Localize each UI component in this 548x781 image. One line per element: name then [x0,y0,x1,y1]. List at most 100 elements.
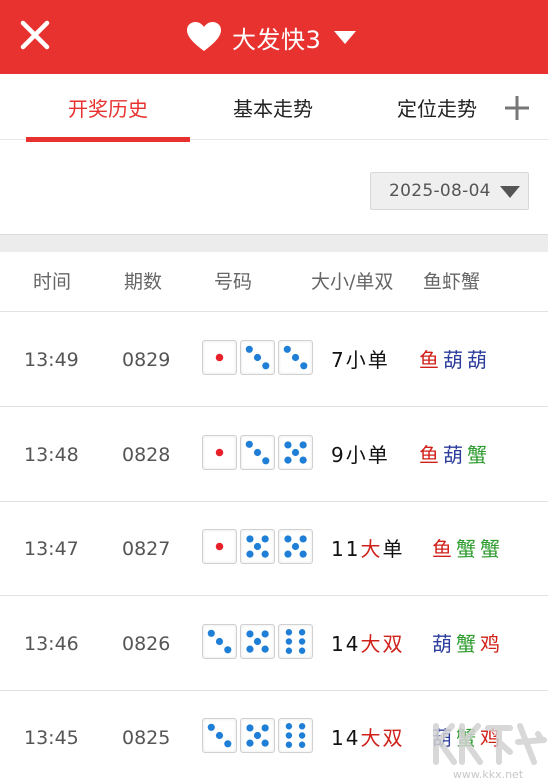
draw-time: 13:46 [24,632,79,655]
draw-period: 0829 [122,349,171,371]
heart-icon[interactable] [186,21,222,53]
dice-result [202,623,316,660]
die-face-icon [202,434,237,470]
plus-icon[interactable] [502,93,532,123]
die-pip [284,456,292,464]
die-pip [224,645,232,653]
column-header-time: 时间 [33,271,72,293]
die-pip [261,629,269,638]
die-pip [299,456,307,464]
dice-result [202,340,316,376]
fish-shrimp-crab-result: 鱼葫葫 [419,313,491,407]
table-row: 13:48 0828 9小单 鱼葫蟹 [0,407,548,502]
parity-label: 双 [382,631,405,656]
table-header: 时间 期数 号码 大小/单双 鱼虾蟹 [0,252,548,312]
die-pip [261,724,269,732]
draw-period: 0827 [122,538,171,560]
table-row: 13:47 0827 11大单 鱼蟹蟹 [0,502,548,596]
die-face-icon [240,434,275,470]
parity-label: 单 [382,537,405,561]
size-label: 小 [345,348,368,372]
parity-label: 单 [367,442,390,467]
caret-down-icon [500,186,520,198]
animal-symbol: 葫 [443,442,467,467]
die-pip [298,723,306,730]
die-pip [261,645,269,653]
table-row: 13:46 0826 14大双 葫蟹鸡 [0,596,548,691]
die-face-icon [202,623,237,659]
die-pip [215,353,224,362]
animal-symbol: 蟹 [480,537,504,561]
die-pip [285,732,293,739]
die-pip [285,741,293,748]
die-pip [291,448,300,456]
size-parity-result: 9小单 [331,408,390,502]
die-face-icon [278,340,313,375]
die-pip [298,628,306,635]
svg-text:www.kkx.net: www.kkx.net [453,768,524,781]
die-pip [285,647,293,654]
tab-position-trend[interactable]: 定位走势 [372,74,502,140]
column-header-fish-shrimp-crab: 鱼虾蟹 [423,271,481,293]
tab-draw-history[interactable]: 开奖历史 [26,74,190,140]
die-face-icon [202,529,237,564]
animal-symbol: 葫 [467,348,491,372]
die-pip [253,353,262,362]
close-icon[interactable] [14,14,56,56]
animal-symbol: 鱼 [432,537,456,561]
tab-basic-trend[interactable]: 基本走势 [208,74,338,140]
die-pip [298,637,306,645]
die-pip [245,440,253,448]
lottery-selector[interactable]: 大发快3 [186,17,357,57]
die-pip [246,739,254,747]
fish-shrimp-crab-result: 鱼葫蟹 [419,408,491,502]
die-pip [246,535,254,543]
die-pip [298,732,306,739]
die-pip [224,740,232,748]
die-pip [299,535,307,543]
die-pip [284,535,292,543]
size-label: 大 [360,631,383,656]
die-pip [285,628,293,635]
die-pip [253,448,262,456]
size-parity-result: 7小单 [331,313,390,407]
sum-value: 9 [331,442,346,467]
die-pip [215,731,224,740]
die-pip [299,440,307,449]
sum-value: 7 [331,348,346,372]
die-pip [262,362,270,370]
die-pip [285,637,293,645]
date-select[interactable]: 2025-08-04 [370,172,529,210]
die-pip [253,637,262,645]
parity-label: 单 [367,348,390,372]
size-parity-result: 11大单 [331,502,404,596]
draw-time: 13:49 [24,349,79,371]
animal-symbol: 鸡 [480,631,504,656]
die-pip [246,629,254,638]
die-pip [299,550,307,558]
sum-value: 14 [331,631,361,656]
die-pip [207,723,215,731]
die-pip [261,550,269,558]
die-pip [246,645,254,653]
sum-value: 14 [331,726,361,750]
column-header-numbers: 号码 [214,271,253,293]
tab-bar: 开奖历史 基本走势 定位走势 [0,74,548,140]
section-divider [0,234,548,252]
die-pip [215,448,224,456]
die-pip [246,550,254,558]
caret-down-icon[interactable] [333,29,357,45]
die-face-icon [202,718,237,753]
date-value: 2025-08-04 [389,181,491,201]
column-header-period: 期数 [124,271,163,293]
die-pip [245,345,253,353]
die-pip [207,629,215,637]
die-face-icon [240,623,275,659]
animal-symbol: 蟹 [456,537,480,561]
size-label: 大 [360,726,383,750]
animal-symbol: 葫 [432,631,456,656]
size-parity-result: 14大双 [331,597,404,691]
fish-shrimp-crab-result: 葫蟹鸡 [432,597,504,691]
die-pip [300,362,308,370]
die-pip [291,542,300,551]
